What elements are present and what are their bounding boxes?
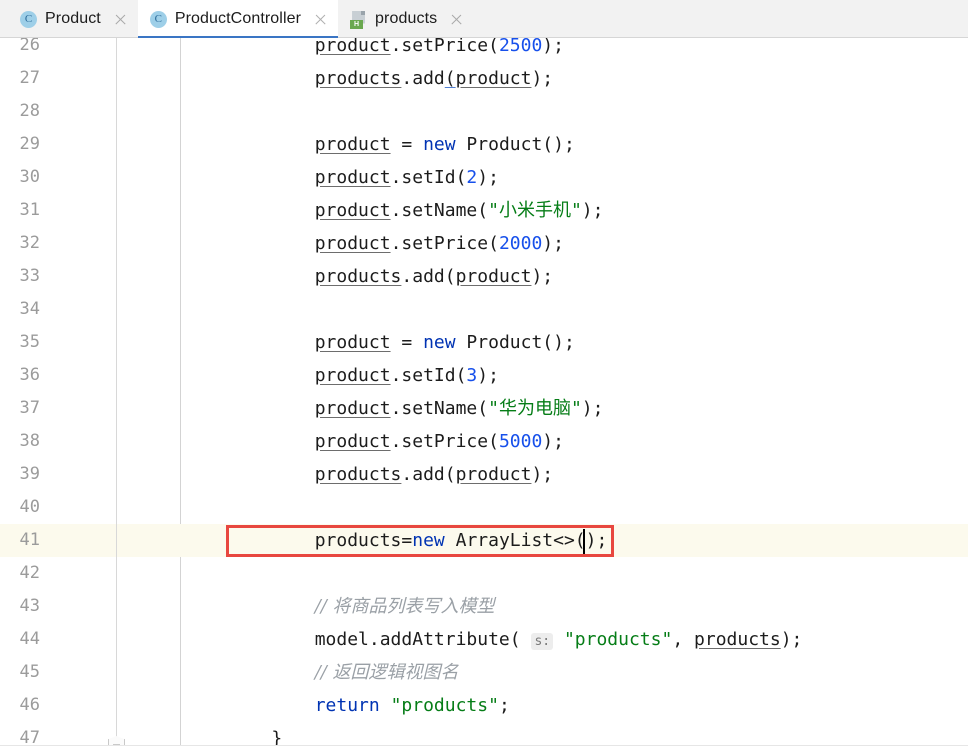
close-icon[interactable] <box>313 12 328 27</box>
code-line-text: product.setPrice(2500); <box>314 38 564 56</box>
code-line-text: model.addAttribute( s: "products", produ… <box>314 629 803 650</box>
code-line-row[interactable]: 35 product = new Product(); <box>0 326 968 359</box>
code-line-row[interactable]: 30 product.setId(2); <box>0 161 968 194</box>
line-number: 44 <box>19 629 40 649</box>
code-line-row[interactable]: 28 <box>0 95 968 128</box>
code-line-row[interactable]: 47 } <box>0 722 968 746</box>
code-line-text: product.setPrice(5000); <box>314 431 564 452</box>
line-number: 34 <box>19 299 40 319</box>
java-class-icon: C <box>149 10 167 28</box>
code-line-row[interactable]: 39 products.add(product); <box>0 458 968 491</box>
line-number: 29 <box>19 134 40 154</box>
line-number: 47 <box>19 728 40 746</box>
code-line-row[interactable]: 42 <box>0 557 968 590</box>
code-line-text: products.add(product); <box>314 464 554 485</box>
code-line-row[interactable]: 40 <box>0 491 968 524</box>
code-line-text: } <box>228 728 283 746</box>
editor-tab-label: products <box>375 10 438 27</box>
code-line-text: // 将商品列表写入模型 <box>314 596 495 617</box>
code-line-text: product = new Product(); <box>314 332 575 353</box>
code-line-text: product.setId(3); <box>314 365 499 386</box>
line-number: 32 <box>19 233 40 253</box>
editor-tab-productcontroller[interactable]: C ProductController <box>137 0 339 39</box>
line-number: 41 <box>19 530 40 550</box>
line-number: 28 <box>19 101 40 121</box>
code-line-row[interactable]: 45 // 返回逻辑视图名 <box>0 656 968 689</box>
line-number: 45 <box>19 662 40 682</box>
code-line-row[interactable]: 36 product.setId(3); <box>0 359 968 392</box>
code-line-text: product = new Product(); <box>314 134 575 155</box>
line-number: 40 <box>19 497 40 517</box>
code-line-row[interactable]: 43 // 将商品列表写入模型 <box>0 590 968 623</box>
editor-tab-label: Product <box>45 10 101 27</box>
code-line-row[interactable]: 26 product.setPrice(2500); <box>0 38 968 62</box>
line-number: 46 <box>19 695 40 715</box>
code-line-row[interactable]: 32 product.setPrice(2000); <box>0 227 968 260</box>
line-number: 37 <box>19 398 40 418</box>
editor-tab-product[interactable]: C Product <box>8 0 138 38</box>
code-line-text: product.setName("华为电脑"); <box>314 398 604 419</box>
line-number: 36 <box>19 365 40 385</box>
code-line-row[interactable]: 34 <box>0 293 968 326</box>
editor-window: C Product C ProductController Hproducts 26 p… <box>0 0 968 746</box>
html-file-icon: H <box>350 10 367 29</box>
close-icon[interactable] <box>449 12 464 27</box>
code-line-row[interactable]: 29 product = new Product(); <box>0 128 968 161</box>
editor-tab-label: ProductController <box>174 10 302 27</box>
java-class-icon: C <box>20 10 37 28</box>
code-line-row[interactable]: 33 products.add(product); <box>0 260 968 293</box>
code-line-text: products=new ArrayList<>(); <box>314 530 608 551</box>
code-line-row[interactable]: 46 return "products"; <box>0 689 968 722</box>
line-number: 38 <box>19 431 40 451</box>
code-line-text: products.add(product); <box>314 266 554 287</box>
code-line-text: products.add(product); <box>314 68 554 89</box>
code-line-text: product.setName("小米手机"); <box>314 200 604 221</box>
code-line-row[interactable]: 38 product.setPrice(5000); <box>0 425 968 458</box>
line-number: 39 <box>19 464 40 484</box>
line-number: 26 <box>19 38 40 55</box>
line-number: 31 <box>19 200 40 220</box>
close-icon[interactable] <box>113 12 128 27</box>
code-line-text: return "products"; <box>314 695 510 716</box>
code-line-row[interactable]: 31 product.setName("小米手机"); <box>0 194 968 227</box>
code-folding-guide <box>116 38 117 736</box>
line-number: 42 <box>19 563 40 583</box>
text-caret <box>583 529 585 554</box>
code-line-row[interactable]: 44 model.addAttribute( s: "products", pr… <box>0 623 968 656</box>
code-line-row[interactable]: 27 products.add(product); <box>0 62 968 95</box>
line-number: 33 <box>19 266 40 286</box>
code-editor[interactable]: 26 product.setPrice(2500); 27 products.ad… <box>0 38 968 746</box>
editor-tab-products[interactable]: Hproducts <box>338 0 474 38</box>
code-line-text: product.setId(2); <box>314 167 499 188</box>
editor-tab-bar: C Product C ProductController Hproducts <box>0 0 968 39</box>
line-number: 27 <box>19 68 40 88</box>
code-line-row[interactable]: 37 product.setName("华为电脑"); <box>0 392 968 425</box>
code-line-text: // 返回逻辑视图名 <box>314 662 459 683</box>
line-number: 30 <box>19 167 40 187</box>
line-number: 35 <box>19 332 40 352</box>
code-line-text: product.setPrice(2000); <box>314 233 564 254</box>
code-line-row[interactable]: 41 products=new ArrayList<>(); <box>0 524 968 557</box>
line-number: 43 <box>19 596 40 616</box>
